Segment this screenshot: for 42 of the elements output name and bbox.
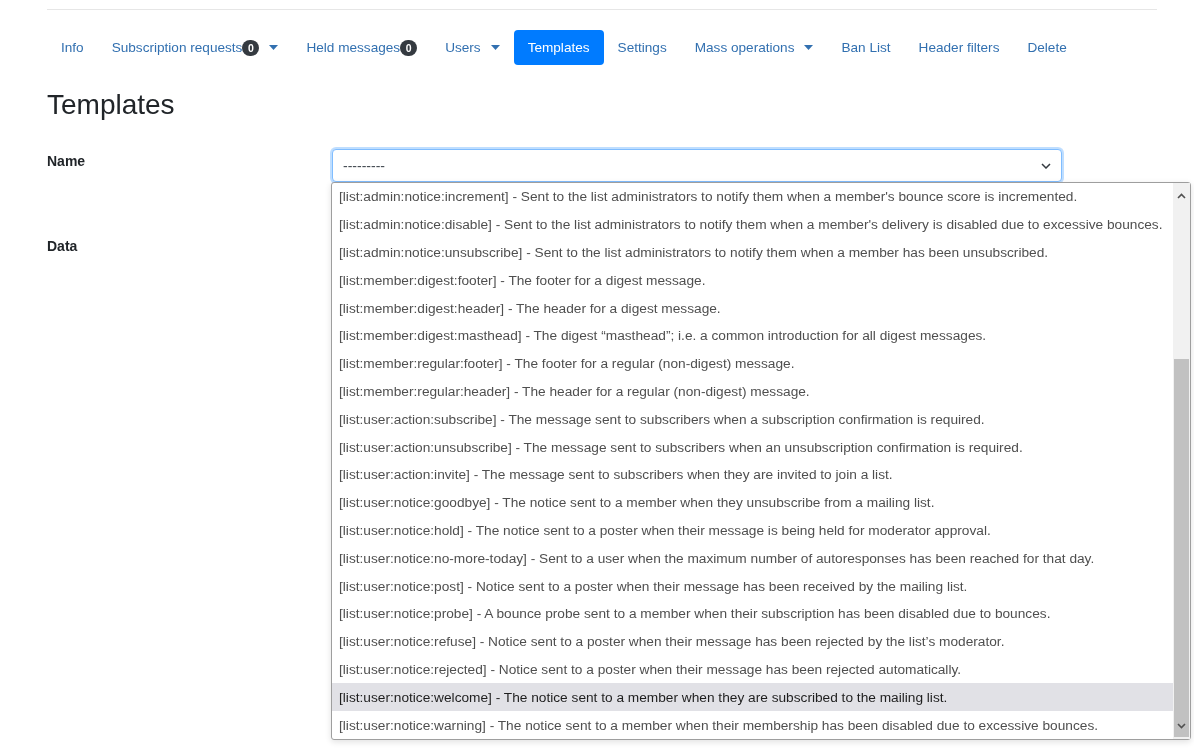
page-heading: Templates <box>47 88 176 122</box>
template-option[interactable]: [list:user:action:invite] - The message sent to subscribers when they are invited to join a list. <box>332 460 1173 489</box>
nav-tab[interactable]: Mass operations <box>680 30 828 65</box>
nav-tab[interactable]: Templates <box>513 30 604 65</box>
chevron-down-icon[interactable] <box>1177 723 1186 729</box>
template-option[interactable]: [list:user:notice:no-more-today] - Sent to a user when the maximum number of autoresponses has been reached for that day. <box>332 544 1173 573</box>
template-option[interactable]: [list:admin:notice:unsubscribe] - Sent to the list administrators to notify them when a member has been unsubscribed. <box>332 238 1173 267</box>
template-option[interactable]: [list:user:notice:warning] - The notice sent to a member when their membership has been disabled due to excessive bounces. <box>332 711 1173 739</box>
field-label: Data <box>47 238 78 254</box>
template-option[interactable]: [list:user:notice:rejected] - Notice sent to a poster when their message has been rejected automatically. <box>332 655 1173 684</box>
template-option[interactable]: [list:user:notice:welcome] - The notice sent to a member when they are subscribed to the mailing list. <box>332 683 1173 712</box>
nav-tab[interactable]: Ban List <box>827 30 905 65</box>
template-option[interactable]: [list:user:action:unsubscribe] - The message sent to subscribers when an unsubscription confirmation is required. <box>332 433 1173 461</box>
chevron-up-icon[interactable] <box>1177 193 1186 199</box>
nav-tab[interactable]: Header filters <box>904 30 1014 65</box>
nav-tab[interactable]: Delete <box>1013 30 1081 65</box>
nav-tab[interactable]: Subscription requests 0 <box>97 30 293 65</box>
template-option[interactable]: [list:admin:notice:disable] - Sent to the list administrators to notify them when a member's delivery is disabled due to excessive bounces. <box>332 210 1173 239</box>
template-option[interactable]: [list:member:digest:header] - The header for a digest message. <box>332 294 1173 322</box>
template-option[interactable]: [list:user:action:subscribe] - The message sent to subscribers when a subscription confirmation is required. <box>332 405 1173 434</box>
template-option[interactable]: [list:admin:notice:increment] - Sent to the list administrators to notify them when a member's bounce score is incremented. <box>332 183 1173 211</box>
nav-tab[interactable]: Settings <box>603 30 681 65</box>
scrollbar-track[interactable] <box>1173 183 1190 739</box>
template-option[interactable]: [list:user:notice:refuse] - Notice sent to a poster when their message has been rejected by the list’s moderator. <box>332 627 1173 656</box>
field-label: Name <box>47 152 86 169</box>
template-option[interactable]: [list:user:notice:probe] - A bounce probe sent to a member when their subscription has been disabled due to bounces. <box>332 599 1173 628</box>
template-option[interactable]: [list:member:digest:footer] - The footer for a digest message. <box>332 266 1173 295</box>
nav-tab[interactable]: Users <box>431 30 514 65</box>
chevron-down-icon <box>1041 162 1051 169</box>
template-option[interactable]: [list:user:notice:post] - Notice sent to a poster when their message has been received by the mailing list. <box>332 572 1173 600</box>
template-option[interactable]: [list:member:digest:masthead] - The digest “masthead”; i.e. a common introduction for all digest messages. <box>332 322 1173 350</box>
nav-tab[interactable]: Held messages 0 <box>292 30 432 65</box>
select-value: --------- <box>343 157 385 174</box>
count-badge: 0 <box>400 39 418 56</box>
nav-tab[interactable]: Info <box>47 30 98 65</box>
template-select[interactable]: --------- <box>332 149 1062 182</box>
template-option[interactable]: [list:user:notice:hold] - The notice sent to a poster when their message is being held for moderator approval. <box>332 516 1173 545</box>
scrollbar-thumb[interactable] <box>1174 359 1189 737</box>
template-option[interactable]: [list:member:regular:footer] - The footer for a regular (non-digest) message. <box>332 349 1173 378</box>
count-badge: 0 <box>242 39 260 56</box>
template-option[interactable]: [list:member:regular:header] - The header for a regular (non-digest) message. <box>332 377 1173 406</box>
template-option[interactable]: [list:user:notice:goodbye] - The notice sent to a member when they unsubscribe from a mailing list. <box>332 488 1173 517</box>
